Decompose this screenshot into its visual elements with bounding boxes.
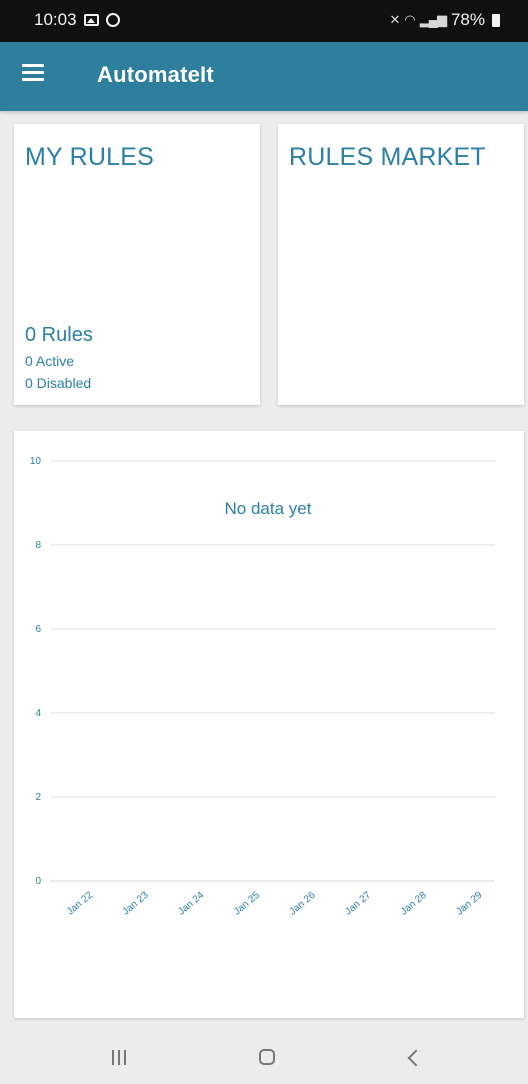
home-icon[interactable]	[248, 1044, 288, 1072]
y-tick-label: 6	[35, 624, 41, 635]
hamburger-menu-icon[interactable]	[22, 64, 44, 82]
status-bar: 10:03 ✕ ◠ ▂▄▆ 78%	[0, 0, 528, 42]
signal-icon: ▂▄▆	[419, 12, 447, 27]
battery-percent: 78%	[450, 10, 485, 29]
y-axis: 0 2 4 6 8 10	[30, 456, 42, 887]
no-data-message: No data yet	[225, 499, 312, 518]
recents-icon[interactable]	[100, 1044, 140, 1072]
x-tick-label: Jan 27	[343, 890, 373, 918]
rules-active-count: 0 Active	[25, 353, 75, 369]
rules-count: 0 Rules	[25, 324, 93, 346]
activity-chart-card: 0 2 4 6 8 10 Jan 22 Jan 23 Jan 24 Jan 25 Jan 26 Ja…	[14, 431, 524, 1018]
x-tick-label: Jan 26	[288, 890, 318, 918]
clock-icon	[105, 13, 120, 27]
status-left: 10:03	[34, 10, 120, 30]
y-tick-label: 2	[35, 792, 41, 803]
app-bar: AutomateIt	[0, 42, 528, 111]
activity-chart: 0246810 Jan 22 Jan 23 Jan 24 Jan 25 Jan 26 Ja…	[30, 456, 495, 918]
rules-disabled-count: 0 Disabled	[25, 375, 92, 391]
battery-icon	[492, 13, 500, 27]
x-tick-label: Jan 25	[232, 890, 262, 918]
rules-market-card[interactable]: RULES MARKET	[278, 124, 524, 405]
status-right: ✕ ◠ ▂▄▆ 78%	[389, 10, 500, 30]
my-rules-card[interactable]: MY RULES 0 Rules 0 Active 0 Disabled	[14, 124, 260, 405]
navigation-bar	[0, 1030, 528, 1084]
y-tick-label: 0	[35, 876, 41, 887]
y-tick-label: 8	[35, 540, 41, 551]
rules-market-title: RULES MARKET	[289, 143, 486, 171]
y-tick-label: 4	[35, 708, 41, 719]
chart-grid	[50, 460, 495, 882]
status-time: 10:03	[34, 10, 77, 29]
y-tick-label: 10	[30, 456, 42, 467]
x-tick-label: Jan 28	[399, 890, 429, 918]
my-rules-title: MY RULES	[25, 143, 154, 171]
wifi-icon: ◠	[404, 12, 415, 27]
x-tick-label: Jan 24	[176, 890, 206, 918]
app-title: AutomateIt	[97, 62, 214, 87]
x-axis: Jan 22 Jan 23 Jan 24 Jan 25 Jan 26 Jan 27 Jan …	[65, 890, 485, 918]
x-tick-label: Jan 22	[65, 890, 95, 918]
x-tick-label: Jan 29	[454, 890, 484, 918]
mute-icon: ✕	[389, 12, 401, 27]
back-icon[interactable]	[396, 1044, 436, 1072]
x-tick-label: Jan 23	[121, 890, 151, 918]
gallery-icon	[83, 14, 99, 26]
